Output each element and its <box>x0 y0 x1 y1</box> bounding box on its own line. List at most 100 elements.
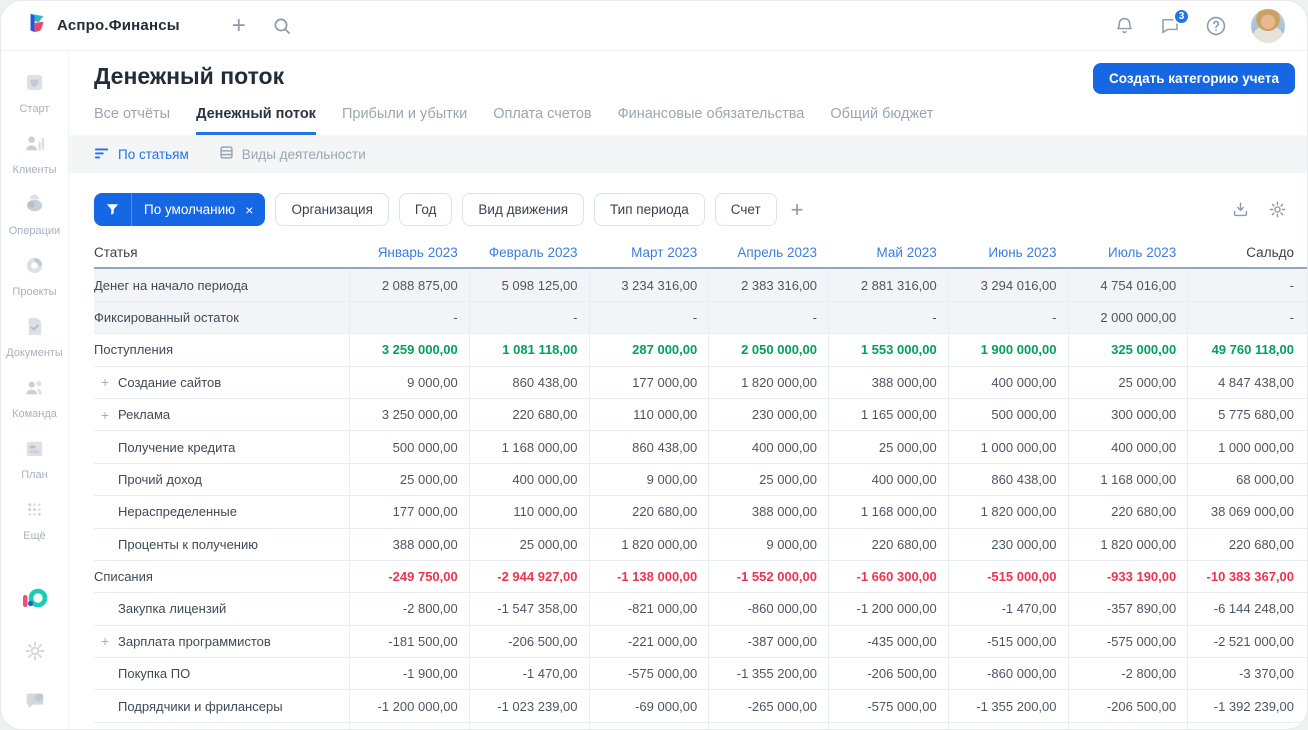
sidebar-item-2[interactable]: Клиенты <box>6 132 63 176</box>
app-window: Аспро.Финансы + 3 Старт Клиенты Операции… <box>0 0 1308 730</box>
sidebar-item-4[interactable]: Проекты <box>6 254 63 298</box>
aspro-logo[interactable] <box>21 586 49 617</box>
cell-r1-c6: 3 294 016,00 <box>947 269 1068 301</box>
column-header-saldo: Сальдо <box>1246 244 1294 260</box>
table-row-3[interactable]: Поступления 3 259 000,00 1 081 118,00 287 0… <box>94 334 1307 367</box>
table-row-8[interactable]: Нераспределенные 177 000,00 110 000,00 220 … <box>94 496 1307 529</box>
tab-2[interactable]: Денежный поток <box>196 106 316 135</box>
column-header-month-6[interactable]: Июнь 2023 <box>948 237 1068 267</box>
sidebar-item-label: Документы <box>6 347 63 359</box>
table-row-11[interactable]: Закупка лицензий -2 800,00 -1 547 358,00 -8… <box>94 593 1307 626</box>
column-header-month-2[interactable]: Февраль 2023 <box>469 237 589 267</box>
cell-r12-c4: -387 000,00 <box>708 625 828 658</box>
column-header-month-7[interactable]: Июль 2023 <box>1068 237 1188 267</box>
cell-r13-c4: -1 355 200,00 <box>708 658 828 690</box>
tab-3[interactable]: Прибыли и убытки <box>342 106 467 135</box>
search-icon[interactable] <box>272 16 292 36</box>
table-row-13[interactable]: Покупка ПО -1 900,00 -1 470,00 -575 000,00-… <box>94 658 1307 691</box>
cell-r2-c4: - <box>708 301 828 334</box>
table-settings-gear-icon[interactable] <box>1268 200 1287 219</box>
cell-r14-c7: -206 500,00 <box>1067 690 1188 722</box>
cell-r5-c3: 110 000,00 <box>588 398 709 431</box>
clear-filter-icon[interactable]: × <box>243 202 265 218</box>
default-filter-chip[interactable]: По умолчанию × <box>94 193 266 226</box>
cash-flow-table: Статья Январь 2023 Февраль 2023 Март 2023 Ап… <box>94 237 1307 729</box>
team-icon <box>23 376 46 404</box>
support-chat-icon[interactable] <box>23 690 47 717</box>
tab-1[interactable]: Все отчёты <box>94 106 170 135</box>
expand-row-icon[interactable]: + <box>94 633 112 649</box>
download-icon[interactable] <box>1231 200 1250 219</box>
filter-chip-2[interactable]: Год <box>398 193 453 226</box>
cell-r5-c2: 220 680,00 <box>468 398 589 431</box>
sidebar-item-6[interactable]: Команда <box>6 376 63 420</box>
row-label: Прочий доход <box>118 471 202 487</box>
subtab-1[interactable]: По статьям <box>94 146 189 163</box>
cell-r8-c8: 38 069 000,00 <box>1187 496 1307 528</box>
cell-r4-c2: 860 438,00 <box>468 366 589 398</box>
row-label: Зарплата программистов <box>118 633 271 649</box>
table-row-5[interactable]: + Реклама 3 250 000,00 220 680,00 110 000,00… <box>94 398 1307 432</box>
cell-r6-c3: 860 438,00 <box>588 431 709 463</box>
brand[interactable]: Аспро.Финансы <box>25 12 180 39</box>
tab-5[interactable]: Финансовые обязательства <box>618 106 805 135</box>
cell-r3-c1: 3 259 000,00 <box>349 334 469 366</box>
subtab-2[interactable]: Виды деятельности <box>219 145 366 163</box>
table-row-7[interactable]: Прочий доход 25 000,00 400 000,00 9 000,00 2… <box>94 463 1307 497</box>
expand-row-icon[interactable]: + <box>94 407 112 423</box>
help-icon[interactable] <box>1205 15 1227 37</box>
more-icon <box>23 498 46 526</box>
filter-chip-3[interactable]: Вид движения <box>462 193 585 226</box>
table-row-2[interactable]: Фиксированный остаток - - - - - -2 000 000,00- <box>94 301 1307 335</box>
cell-r11-c1: -2 800,00 <box>349 593 469 625</box>
table-row-4[interactable]: + Создание сайтов 9 000,00 860 438,00 177 00… <box>94 366 1307 399</box>
sidebar-item-1[interactable]: Старт <box>6 71 63 115</box>
cell-r2-c3: - <box>588 301 709 334</box>
cell-r15-c4: -860 000,00 <box>708 722 828 729</box>
cell-r15-c7: -357 890,00 <box>1067 722 1188 729</box>
table-row-10[interactable]: Списания -249 750,00 -2 944 927,00 -1 138 0… <box>94 560 1307 594</box>
tab-4[interactable]: Оплата счетов <box>493 106 591 135</box>
sidebar-item-5[interactable]: Документы <box>6 315 63 359</box>
avatar[interactable] <box>1251 8 1285 43</box>
row-label: Фиксированный остаток <box>94 309 239 325</box>
table-row-6[interactable]: Получение кредита 500 000,00 1 168 000,00 8… <box>94 431 1307 464</box>
table-row-14[interactable]: Подрядчики и фрилансеры -1 200 000,00 -1 0… <box>94 690 1307 723</box>
bell-icon[interactable] <box>1114 15 1135 36</box>
filter-chip-5[interactable]: Счет <box>714 193 777 226</box>
row-label: Закупка лицензий <box>118 601 227 617</box>
database-icon <box>219 145 234 163</box>
cell-r8-c1: 177 000,00 <box>349 496 469 528</box>
cell-r12-c8: -2 521 000,00 <box>1187 625 1307 658</box>
table-row-1[interactable]: Денег на начало периода 2 088 875,00 5 098… <box>94 269 1307 302</box>
sidebar-item-7[interactable]: План <box>6 437 63 481</box>
column-header-month-4[interactable]: Апрель 2023 <box>708 237 828 267</box>
gear-icon[interactable] <box>23 639 47 668</box>
column-header-month-1[interactable]: Январь 2023 <box>349 237 469 267</box>
cell-r13-c7: -2 800,00 <box>1067 658 1188 690</box>
add-icon[interactable]: + <box>232 13 246 38</box>
table-row-12[interactable]: + Зарплата программистов -181 500,00 -206 5… <box>94 625 1307 659</box>
cell-r10-c1: -249 750,00 <box>349 560 469 593</box>
expand-row-icon[interactable]: + <box>94 374 112 390</box>
cell-r5-c7: 300 000,00 <box>1067 398 1188 431</box>
cell-r11-c6: -1 470,00 <box>947 593 1068 625</box>
cell-r6-c8: 1 000 000,00 <box>1187 431 1307 463</box>
cell-r1-c7: 4 754 016,00 <box>1067 269 1188 301</box>
create-category-button[interactable]: Создать категорию учета <box>1093 63 1295 94</box>
chat-icon[interactable]: 3 <box>1159 8 1190 36</box>
add-filter-icon[interactable]: + <box>791 198 804 221</box>
table-row-9[interactable]: Проценты к получению 388 000,00 25 000,00 1… <box>94 528 1307 561</box>
sidebar-item-3[interactable]: Операции <box>6 193 63 237</box>
column-header-month-3[interactable]: Март 2023 <box>589 237 709 267</box>
sidebar-item-8[interactable]: Ещё <box>6 498 63 542</box>
column-header-month-5[interactable]: Май 2023 <box>828 237 948 267</box>
tab-6[interactable]: Общий бюджет <box>830 106 933 135</box>
row-label: Создание сайтов <box>118 374 222 390</box>
filter-chip-4[interactable]: Тип периода <box>594 193 705 226</box>
filter-chip-1[interactable]: Организация <box>275 193 389 226</box>
table-row-15[interactable]: +Зарплата программистов-9 000,00-1 547 3… <box>94 722 1307 729</box>
cell-r15-c3: -821 000,00 <box>588 722 709 729</box>
cell-r7-c2: 400 000,00 <box>468 463 589 496</box>
cell-r9-c7: 1 820 000,00 <box>1067 528 1188 560</box>
